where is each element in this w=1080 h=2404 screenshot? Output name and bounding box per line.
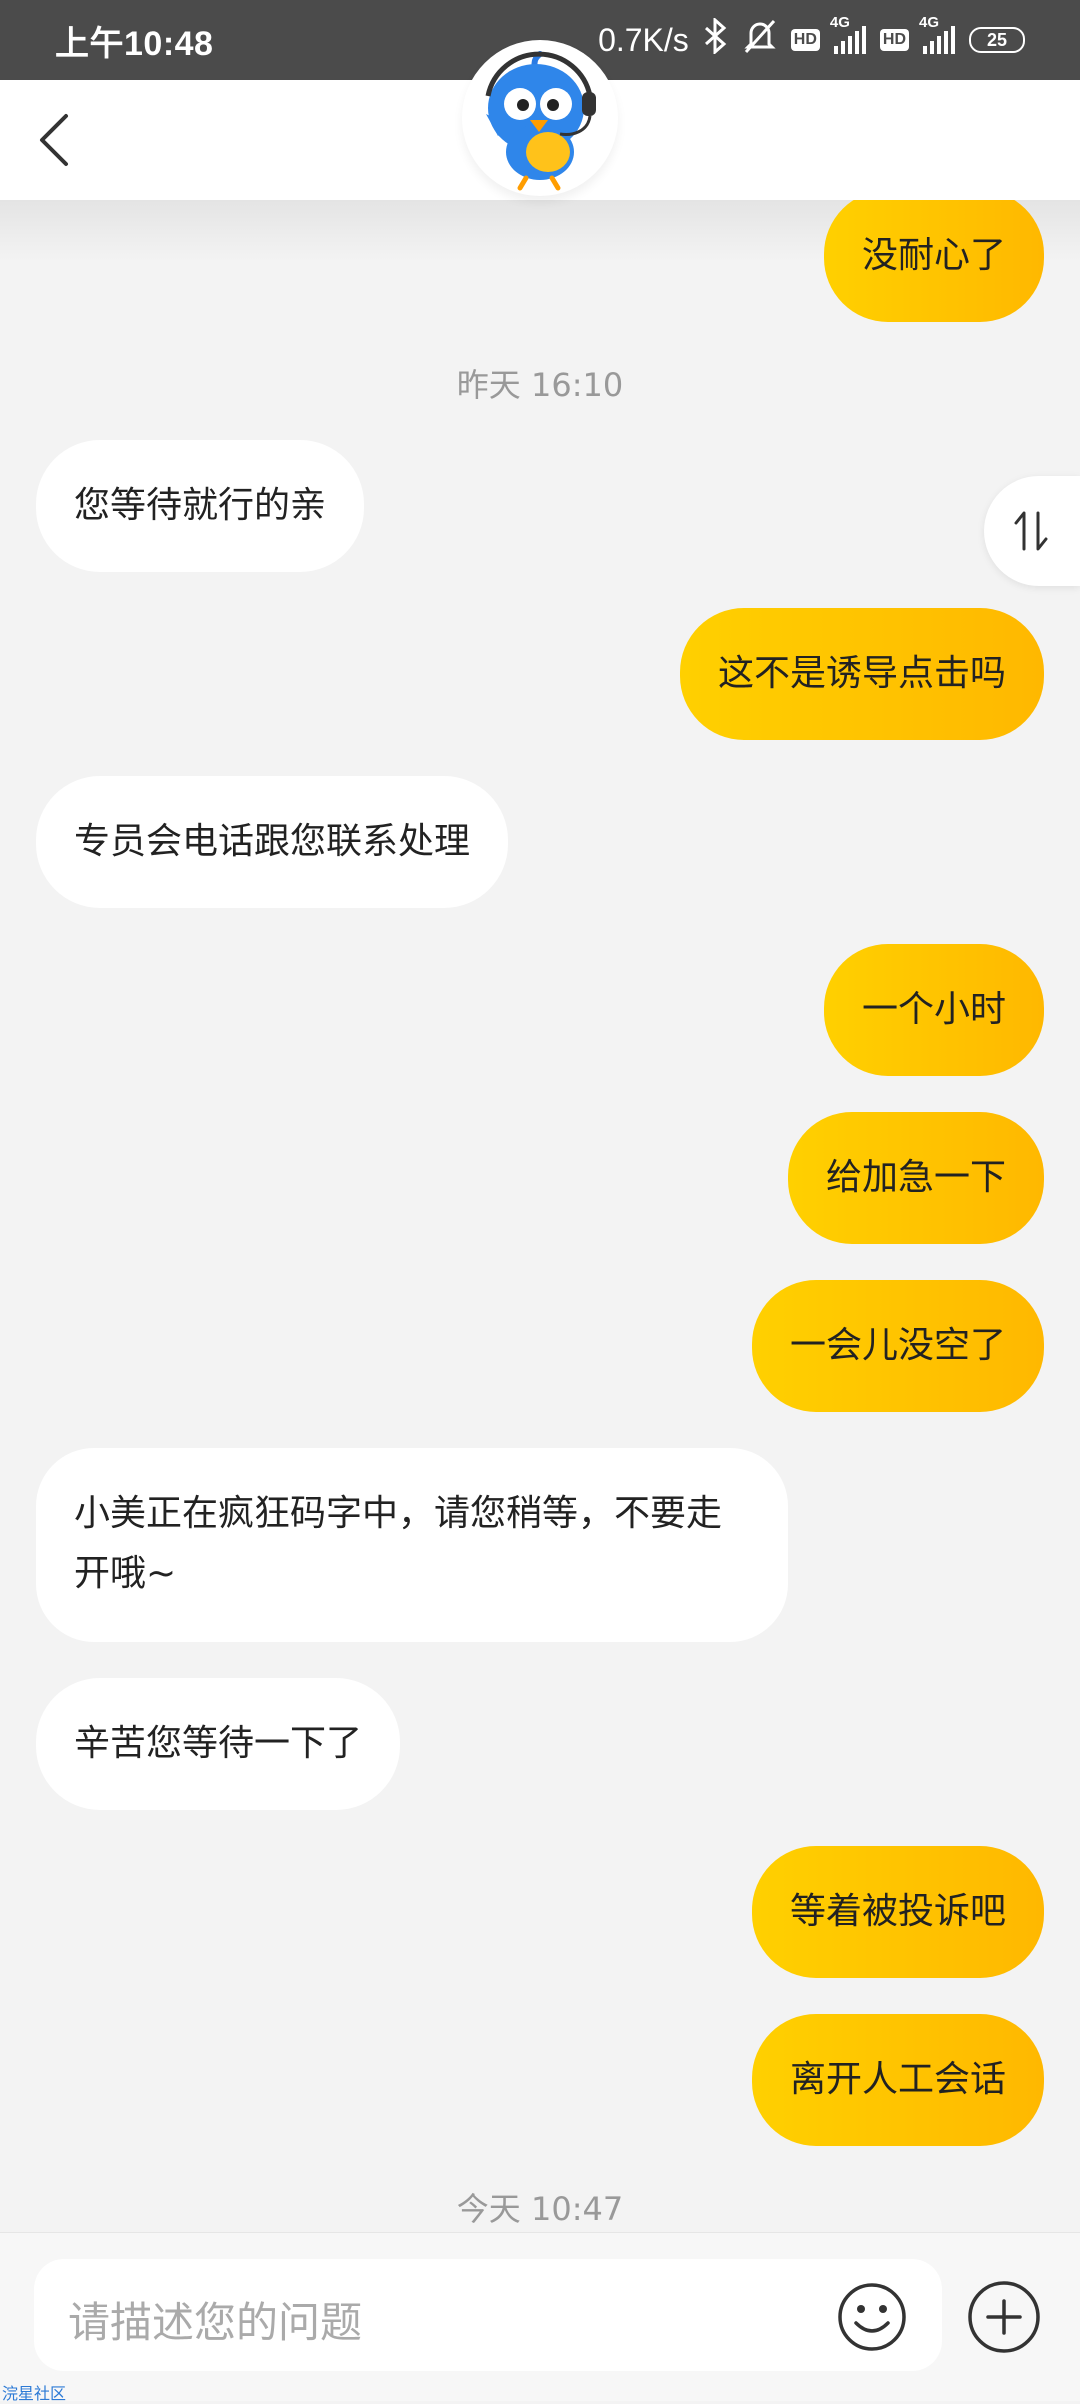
incoming-message[interactable]: 小美正在疯狂码字中，请您稍等，不要走开哦~ [36, 1448, 788, 1642]
battery-level: 25 [986, 29, 1008, 50]
sim2-network-type: 4G [919, 14, 940, 31]
agent-avatar[interactable] [462, 40, 618, 196]
scroll-toggle-button[interactable] [984, 476, 1080, 586]
message-input[interactable]: 请描述您的问题 [34, 2259, 942, 2371]
emoji-button[interactable] [836, 2281, 908, 2353]
plus-circle-icon [968, 2281, 1040, 2353]
input-bar: 请描述您的问题 [0, 2232, 1080, 2401]
chevron-left-icon [40, 114, 68, 166]
status-icons: 0.7K/s HD 4G HD 4G 25 [598, 14, 1025, 62]
sim1-hd-badge: HD [790, 29, 820, 51]
sim1-network-type: 4G [829, 14, 850, 31]
incoming-message[interactable]: 辛苦您等待一下了 [36, 1678, 401, 1810]
outgoing-message[interactable]: 这不是诱导点击吗 [679, 608, 1044, 740]
bell-muted-icon [743, 18, 777, 62]
more-options-button[interactable] [964, 2277, 1044, 2357]
signal-sim1-icon: 4G [830, 14, 866, 54]
signal-sim2-icon: 4G [919, 14, 955, 54]
sim2-hd-badge: HD [879, 29, 909, 51]
timestamp-separator: 昨天 16:10 [456, 366, 624, 404]
outgoing-message[interactable]: 等着被投诉吧 [751, 1846, 1044, 1978]
outgoing-message[interactable]: 一会儿没空了 [751, 1280, 1044, 1412]
watermark: 浣星社区 [2, 2384, 67, 2403]
status-time: 上午10:48 [55, 24, 214, 63]
smiley-icon [838, 2283, 906, 2351]
outgoing-message[interactable]: 没耐心了 [823, 190, 1044, 322]
outgoing-message[interactable]: 离开人工会话 [751, 2014, 1044, 2146]
swap-vertical-icon [1014, 511, 1048, 551]
incoming-message[interactable]: 专员会电话跟您联系处理 [36, 776, 509, 908]
back-button[interactable] [30, 108, 80, 172]
incoming-message[interactable]: 您等待就行的亲 [36, 440, 365, 572]
outgoing-message[interactable]: 一个小时 [823, 944, 1044, 1076]
timestamp-separator: 今天 10:47 [456, 2190, 624, 2228]
battery-icon: 25 [969, 27, 1025, 53]
input-placeholder: 请描述您的问题 [68, 2298, 363, 2347]
bird-mascot-icon [485, 51, 596, 191]
outgoing-message[interactable]: 给加急一下 [787, 1112, 1044, 1244]
bluetooth-icon [703, 16, 729, 62]
